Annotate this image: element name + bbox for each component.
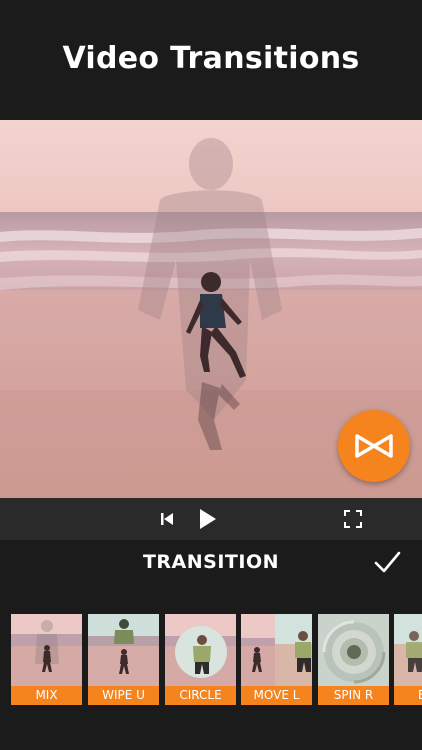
play-button[interactable] [194, 506, 220, 532]
app-header: Video Transitions [0, 0, 422, 120]
page-title: Video Transitions [62, 40, 360, 76]
transition-item-circle[interactable]: CIRCLE [165, 614, 236, 705]
transition-label: BLU [394, 686, 422, 705]
skip-back-icon [161, 513, 173, 525]
transition-fab-button[interactable] [338, 410, 410, 482]
fullscreen-button[interactable] [341, 507, 365, 531]
transition-item-wipe-u[interactable]: WIPE U [88, 614, 159, 705]
transition-thumbnail [88, 614, 159, 686]
checkmark-icon [374, 551, 401, 573]
play-icon [200, 509, 216, 529]
transition-thumbnail [394, 614, 422, 686]
transition-label: CIRCLE [165, 686, 236, 705]
fullscreen-icon [344, 510, 362, 528]
transition-item-mix[interactable]: MIX [11, 614, 82, 705]
transition-item-blur[interactable]: BLU [394, 614, 422, 705]
transition-item-spin-r[interactable]: SPIN R [318, 614, 389, 705]
transition-strip[interactable]: MIX WIPE U CIRCLE MOVE L SPIN R [0, 598, 422, 750]
done-button[interactable] [372, 548, 402, 576]
transition-label: SPIN R [318, 686, 389, 705]
transition-thumbnail [11, 614, 82, 686]
transition-label: WIPE U [88, 686, 159, 705]
transition-label: MIX [11, 686, 82, 705]
transition-thumbnail [165, 614, 236, 686]
transition-panel-title: TRANSITION [142, 551, 280, 573]
transition-label: MOVE L [241, 686, 312, 705]
transition-item-move-l[interactable]: MOVE L [241, 614, 312, 705]
playback-controls [0, 498, 422, 540]
skip-back-button[interactable] [156, 508, 178, 530]
transition-thumbnail [241, 614, 312, 686]
transition-thumbnail [318, 614, 389, 686]
bowtie-transition-icon [355, 434, 393, 458]
transition-panel-header: TRANSITION [0, 540, 422, 598]
